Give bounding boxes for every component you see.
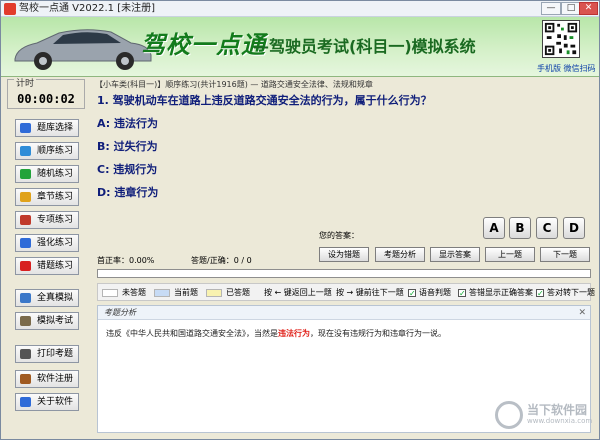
auto-next-checkbox[interactable]: ✓ bbox=[536, 289, 544, 298]
title-bar: 驾校一点通 V2022.1 [未注册] — □ ✕ bbox=[1, 1, 599, 17]
option-b[interactable]: B: 过失行为 bbox=[97, 138, 158, 154]
check-icon bbox=[20, 215, 31, 225]
your-answer-label: 您的答案： bbox=[319, 231, 359, 240]
banner-subtitle: —驾驶员考试(科目一)模拟系统 bbox=[253, 37, 476, 56]
analysis-title: 考题分析 ✕ bbox=[98, 306, 590, 320]
sidebar-button-label: 软件注册 bbox=[37, 374, 74, 384]
analysis-button[interactable]: 考题分析 bbox=[375, 247, 425, 262]
key-icon bbox=[20, 374, 31, 384]
shuffle-icon bbox=[20, 169, 31, 179]
answer-c-button[interactable]: C bbox=[536, 217, 558, 239]
app-icon bbox=[4, 3, 16, 15]
watermark-text: 当下软件园 bbox=[527, 403, 588, 417]
analysis-text: 违反《中华人民共和国道路交通安全法》，当然是违法行为，现在没有违规行为和违章行为… bbox=[106, 328, 446, 339]
question-header: 【小车类(科目一)】顺序练习(共计1916题) — 道路交通安全法律、法规和规章 bbox=[95, 80, 373, 89]
current-swatch bbox=[154, 289, 170, 297]
sidebar-button-label: 打印考题 bbox=[37, 349, 74, 359]
arrow-right-icon bbox=[20, 146, 31, 156]
qr-caption: 手机版 微信扫码 bbox=[537, 64, 596, 73]
sidebar-button-label: 专项练习 bbox=[37, 215, 74, 225]
main-window: 驾校一点通 V2022.1 [未注册] — □ ✕ 驾校一点通 —驾驶员考试(科… bbox=[0, 0, 600, 440]
show-correct-label: 答错显示正确答案 bbox=[469, 288, 533, 297]
sidebar-button-3[interactable]: 随机练习 bbox=[15, 165, 79, 183]
prev-question-button[interactable]: 上一题 bbox=[485, 247, 535, 262]
sidebar-button-12[interactable]: 关于软件 bbox=[15, 393, 79, 411]
answer-b-button[interactable]: B bbox=[509, 217, 531, 239]
answered-swatch bbox=[206, 289, 222, 297]
sidebar-button-4[interactable]: 章节练习 bbox=[15, 188, 79, 206]
timer-label: 计时 bbox=[14, 79, 37, 90]
sidebar-button-10[interactable]: 打印考题 bbox=[15, 345, 79, 363]
answer-d-button[interactable]: D bbox=[563, 217, 585, 239]
analysis-text-before: 违反《中华人民共和国道路交通安全法》，当然是 bbox=[106, 329, 278, 338]
sidebar-button-5[interactable]: 专项练习 bbox=[15, 211, 79, 229]
exam-icon bbox=[20, 316, 31, 326]
key-prev-hint: 按 ← 键返回上一题 bbox=[264, 288, 332, 297]
app-banner: 驾校一点通 —驾驶员考试(科目一)模拟系统 手机版 微信扫码 bbox=[1, 17, 599, 77]
unanswered-label: 未答题 bbox=[122, 288, 146, 297]
flag-icon bbox=[20, 261, 31, 271]
book-icon bbox=[20, 123, 31, 133]
option-a[interactable]: A: 违法行为 bbox=[97, 115, 158, 131]
qr-code-icon bbox=[542, 20, 580, 58]
maximize-button[interactable]: □ bbox=[561, 2, 581, 15]
sidebar-button-label: 关于软件 bbox=[37, 397, 74, 407]
sidebar-button-label: 随机练习 bbox=[37, 169, 74, 179]
info-icon bbox=[20, 397, 31, 407]
analysis-close-icon[interactable]: ✕ bbox=[578, 307, 586, 319]
answer-count: 答题/正确：0 / 0 bbox=[191, 256, 252, 265]
sidebar-button-label: 顺序练习 bbox=[37, 146, 74, 156]
show-correct-checkbox[interactable]: ✓ bbox=[458, 289, 466, 298]
option-c[interactable]: C: 违规行为 bbox=[97, 161, 157, 177]
set-wrong-button[interactable]: 设为错题 bbox=[319, 247, 369, 262]
sidebar-button-label: 错题练习 bbox=[37, 261, 74, 271]
banner-logo: 驾校一点通 bbox=[141, 31, 266, 59]
chart-icon bbox=[20, 238, 31, 248]
sidebar-button-label: 全真模拟 bbox=[37, 293, 74, 303]
car-icon bbox=[14, 29, 152, 70]
sidebar-button-11[interactable]: 软件注册 bbox=[15, 370, 79, 388]
watermark-url: www.downxia.com bbox=[527, 417, 593, 425]
monitor-icon bbox=[20, 293, 31, 303]
sidebar-button-7[interactable]: 错题练习 bbox=[15, 257, 79, 275]
voice-checkbox[interactable]: ✓ bbox=[408, 289, 416, 298]
first-correct-rate: 首正率：0.00% bbox=[97, 256, 155, 265]
sidebar-button-label: 模拟考试 bbox=[37, 316, 74, 326]
close-button[interactable]: ✕ bbox=[579, 2, 598, 15]
progress-bar bbox=[97, 269, 591, 278]
analysis-text-after: ，现在没有违规行为和违章行为一说。 bbox=[310, 329, 446, 338]
sidebar-button-8[interactable]: 全真模拟 bbox=[15, 289, 79, 307]
sidebar-button-1[interactable]: 题库选择 bbox=[15, 119, 79, 137]
show-answer-button[interactable]: 显示答案 bbox=[430, 247, 480, 262]
sidebar: 计时 00:00:02 题库选择顺序练习随机练习章节练习专项练习强化练习错题练习… bbox=[5, 79, 87, 437]
watermark: 当下软件园 www.downxia.com bbox=[495, 399, 599, 431]
watermark-logo-icon bbox=[495, 401, 523, 429]
minimize-button[interactable]: — bbox=[541, 2, 561, 15]
current-label: 当前题 bbox=[174, 288, 198, 297]
next-question-button[interactable]: 下一题 bbox=[540, 247, 590, 262]
auto-next-label: 答对转下一题 bbox=[547, 288, 595, 297]
window-title: 驾校一点通 V2022.1 [未注册] bbox=[19, 3, 155, 14]
question-text: 1. 驾驶机动车在道路上违反道路交通安全法的行为，属于什么行为？ bbox=[97, 94, 432, 107]
chapter-icon bbox=[20, 192, 31, 202]
voice-label: 语音判题 bbox=[419, 288, 451, 297]
printer-icon bbox=[20, 349, 31, 359]
timer-box: 计时 00:00:02 bbox=[7, 79, 85, 109]
sidebar-button-2[interactable]: 顺序练习 bbox=[15, 142, 79, 160]
legend-bar: 未答题 当前题 已答题 按 ← 键返回上一题 按 → 键前往下一题 ✓ 语音判题… bbox=[97, 283, 595, 301]
analysis-title-text: 考题分析 bbox=[104, 308, 136, 317]
sidebar-button-label: 章节练习 bbox=[37, 192, 74, 202]
question-panel: 【小车类(科目一)】顺序练习(共计1916题) — 道路交通安全法律、法规和规章… bbox=[93, 79, 597, 437]
option-d[interactable]: D: 违章行为 bbox=[97, 184, 158, 200]
sidebar-button-label: 题库选择 bbox=[37, 123, 74, 133]
sidebar-button-9[interactable]: 模拟考试 bbox=[15, 312, 79, 330]
unanswered-swatch bbox=[102, 289, 118, 297]
key-next-hint: 按 → 键前往下一题 bbox=[336, 288, 404, 297]
answer-a-button[interactable]: A bbox=[483, 217, 505, 239]
answered-label: 已答题 bbox=[226, 288, 250, 297]
timer-value: 00:00:02 bbox=[17, 92, 75, 106]
sidebar-button-label: 强化练习 bbox=[37, 238, 74, 248]
sidebar-button-6[interactable]: 强化练习 bbox=[15, 234, 79, 252]
analysis-highlight: 违法行为 bbox=[278, 329, 310, 338]
